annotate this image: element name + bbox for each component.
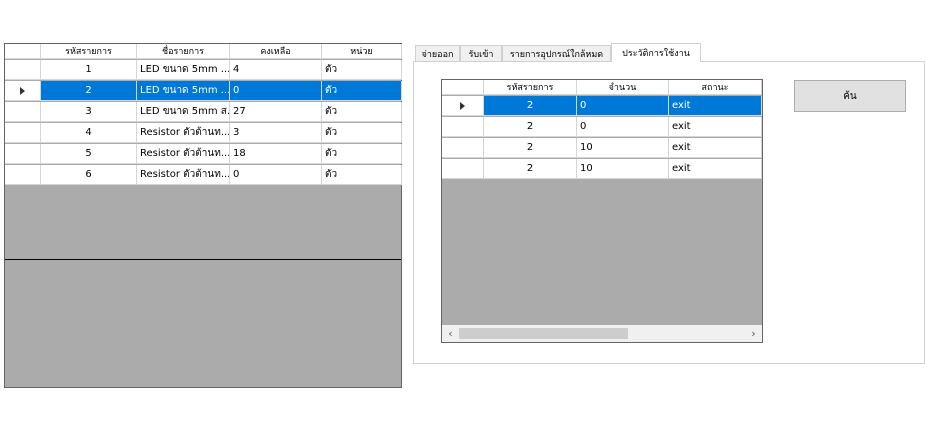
scroll-thumb[interactable]	[459, 328, 628, 339]
table-row[interactable]: 2 0 exit	[442, 117, 762, 137]
row-header[interactable]	[5, 60, 41, 80]
item-code-cell[interactable]: 5	[41, 144, 137, 164]
history-grid[interactable]: รหัสรายการ จำนวน สถานะ 2 0 exit 2 0 exit…	[441, 79, 763, 343]
column-header-quantity[interactable]: จำนวน	[577, 80, 669, 95]
row-header[interactable]	[442, 159, 484, 179]
scroll-left-icon[interactable]: ‹	[442, 325, 459, 342]
horizontal-scrollbar[interactable]: ‹ ›	[442, 325, 762, 342]
remaining-cell[interactable]: 4	[230, 60, 322, 80]
row-header[interactable]	[442, 117, 484, 137]
table-row-selected[interactable]: 2 LED ขนาด 5mm ... 0 ตัว	[5, 81, 402, 101]
status-cell[interactable]: exit	[669, 138, 762, 158]
unit-cell[interactable]: ตัว	[322, 144, 402, 164]
quantity-cell[interactable]: 10	[577, 159, 669, 179]
item-code-cell[interactable]: 2	[41, 81, 137, 101]
history-header-row: รหัสรายการ จำนวน สถานะ	[442, 80, 762, 95]
status-cell[interactable]: exit	[669, 159, 762, 179]
scroll-track[interactable]	[459, 325, 745, 342]
column-header-item-name[interactable]: ชื่อรายการ	[137, 44, 230, 59]
inventory-grid[interactable]: รหัสรายการ ชื่อรายการ คงเหลือ หน่วย 1 LE…	[4, 43, 402, 388]
item-code-cell[interactable]: 2	[484, 159, 577, 179]
row-header[interactable]	[442, 96, 484, 116]
row-header[interactable]	[5, 165, 41, 185]
table-row[interactable]: 3 LED ขนาด 5mm ส... 27 ตัว	[5, 102, 402, 122]
inventory-header-row: รหัสรายการ ชื่อรายการ คงเหลือ หน่วย	[5, 44, 402, 59]
row-header[interactable]	[5, 144, 41, 164]
remaining-cell[interactable]: 18	[230, 144, 322, 164]
row-header-corner	[442, 80, 484, 95]
column-header-unit[interactable]: หน่วย	[322, 44, 402, 59]
table-row[interactable]: 5 Resistor ตัวต้านท... 18 ตัว	[5, 144, 402, 164]
unit-cell[interactable]: ตัว	[322, 165, 402, 185]
quantity-cell[interactable]: 0	[577, 117, 669, 137]
item-name-cell[interactable]: Resistor ตัวต้านท...	[137, 144, 230, 164]
unit-cell[interactable]: ตัว	[322, 123, 402, 143]
item-code-cell[interactable]: 6	[41, 165, 137, 185]
unit-cell[interactable]: ตัว	[322, 60, 402, 80]
quantity-cell[interactable]: 10	[577, 138, 669, 158]
item-code-cell[interactable]: 2	[484, 96, 577, 116]
table-row-selected[interactable]: 2 0 exit	[442, 96, 762, 116]
item-name-cell[interactable]: Resistor ตัวต้านท...	[137, 123, 230, 143]
item-code-cell[interactable]: 4	[41, 123, 137, 143]
row-header[interactable]	[5, 81, 41, 101]
table-row[interactable]: 6 Resistor ตัวต้านท... 0 ตัว	[5, 165, 402, 185]
tab-usage-history[interactable]: ประวัติการใช้งาน	[611, 43, 701, 62]
grid-panel-divider	[5, 259, 401, 260]
item-code-cell[interactable]: 2	[484, 117, 577, 137]
tab-low-stock[interactable]: รายการอุปกรณ์ใกล้หมด	[502, 45, 611, 61]
search-button[interactable]: ค้น	[794, 80, 906, 112]
unit-cell[interactable]: ตัว	[322, 81, 402, 101]
column-header-status[interactable]: สถานะ	[669, 80, 762, 95]
item-name-cell[interactable]: LED ขนาด 5mm ...	[137, 60, 230, 80]
item-code-cell[interactable]: 2	[484, 138, 577, 158]
column-header-item-code[interactable]: รหัสรายการ	[484, 80, 577, 95]
item-name-cell[interactable]: LED ขนาด 5mm ...	[137, 81, 230, 101]
table-row[interactable]: 2 10 exit	[442, 159, 762, 179]
row-header-corner	[5, 44, 41, 59]
remaining-cell[interactable]: 3	[230, 123, 322, 143]
row-header[interactable]	[5, 102, 41, 122]
status-cell[interactable]: exit	[669, 96, 762, 116]
tab-dispense[interactable]: จ่ายออก	[415, 45, 460, 61]
item-code-cell[interactable]: 3	[41, 102, 137, 122]
quantity-cell[interactable]: 0	[577, 96, 669, 116]
status-cell[interactable]: exit	[669, 117, 762, 137]
item-name-cell[interactable]: Resistor ตัวต้านท...	[137, 165, 230, 185]
row-header[interactable]	[5, 123, 41, 143]
remaining-cell[interactable]: 0	[230, 165, 322, 185]
table-row[interactable]: 1 LED ขนาด 5mm ... 4 ตัว	[5, 60, 402, 80]
table-row[interactable]: 4 Resistor ตัวต้านท... 3 ตัว	[5, 123, 402, 143]
column-header-remaining[interactable]: คงเหลือ	[230, 44, 322, 59]
current-row-arrow-icon	[460, 101, 465, 110]
unit-cell[interactable]: ตัว	[322, 102, 402, 122]
current-row-arrow-icon	[20, 86, 25, 95]
item-name-cell[interactable]: LED ขนาด 5mm ส...	[137, 102, 230, 122]
scroll-right-icon[interactable]: ›	[745, 325, 762, 342]
tab-receive[interactable]: รับเข้า	[460, 45, 502, 61]
item-code-cell[interactable]: 1	[41, 60, 137, 80]
row-header[interactable]	[442, 138, 484, 158]
column-header-item-code[interactable]: รหัสรายการ	[41, 44, 137, 59]
remaining-cell[interactable]: 0	[230, 81, 322, 101]
remaining-cell[interactable]: 27	[230, 102, 322, 122]
table-row[interactable]: 2 10 exit	[442, 138, 762, 158]
